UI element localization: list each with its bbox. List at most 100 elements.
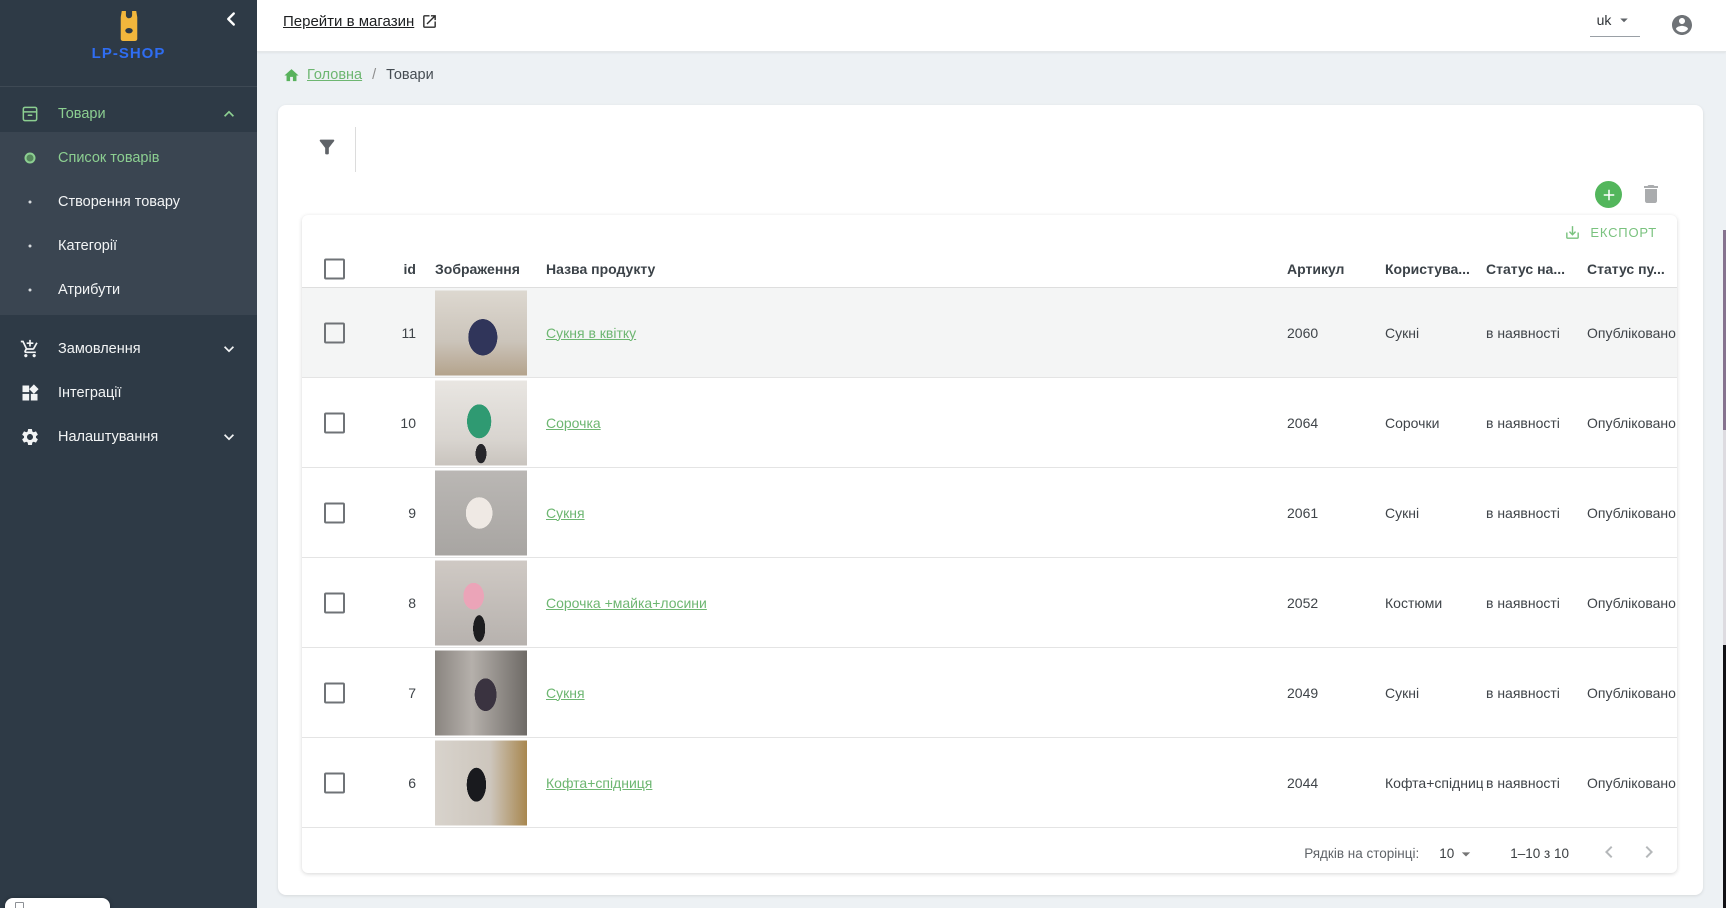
sidebar-item-product-create[interactable]: Створення товару [0,180,257,224]
add-product-button[interactable] [1595,181,1622,208]
product-name-link[interactable]: Сорочка [546,415,601,431]
product-image [435,650,527,735]
home-icon [283,67,300,84]
language-select[interactable]: uk [1590,11,1640,37]
product-image [435,560,527,645]
table-header: id Зображення Назва продукту Артикул Кор… [302,250,1677,288]
gear-icon [20,427,40,447]
product-name-link[interactable]: Сукня в квітку [546,325,636,341]
row-sku: 2061 [1287,505,1318,521]
filter-funnel-icon [316,136,338,158]
filter-button[interactable] [316,136,338,158]
sidebar-item-products[interactable]: Товари [0,96,257,132]
table-row: 8 Сорочка +майка+лосини 2052 Костюми в н… [302,558,1677,648]
row-publish-status: Опубліковано [1587,595,1676,611]
external-link-icon [421,13,438,30]
row-stock-status: в наявності [1486,685,1560,701]
row-id: 11 [342,325,416,341]
sidebar: LP-SHOP Товари Список товарів Створення … [0,0,257,908]
row-category: Сорочки [1385,415,1483,431]
column-header-name: Назва продукту [546,261,655,277]
row-sku: 2064 [1287,415,1318,431]
product-name-link[interactable]: Сукня [546,505,585,521]
row-id: 9 [342,505,416,521]
chevron-up-icon [219,104,239,124]
sidebar-item-label: Налаштування [58,429,158,445]
rows-per-page-value: 10 [1439,846,1454,861]
prev-page-button[interactable] [1595,840,1623,868]
sidebar-divider [0,86,257,87]
go-to-shop-link[interactable]: Перейти в магазин [283,13,438,30]
go-to-shop-label: Перейти в магазин [283,13,414,30]
product-name-link[interactable]: Сукня [546,685,585,701]
product-name-link[interactable]: Сорочка +майка+лосини [546,595,707,611]
export-button[interactable]: ЕКСПОРТ [1558,223,1663,242]
row-stock-status: в наявності [1486,415,1560,431]
row-stock-status: в наявності [1486,775,1560,791]
sidebar-item-orders[interactable]: Замовлення [0,327,257,371]
sidebar-item-categories[interactable]: Категорії [0,224,257,268]
sidebar-item-label: Список товарів [58,150,159,166]
product-image [435,290,527,375]
row-publish-status: Опубліковано [1587,685,1676,701]
add-cart-icon [20,339,40,359]
sidebar-item-integrations[interactable]: Інтеграції [0,371,257,415]
account-icon[interactable] [1670,13,1694,37]
logo-bag-icon [116,10,142,41]
sidebar-item-attributes[interactable]: Атрибути [0,268,257,312]
row-category: Сукні [1385,505,1483,521]
column-header-sku: Артикул [1287,261,1344,277]
active-bullet-icon [25,153,36,164]
pagination-range: 1–10 з 10 [1510,846,1569,861]
product-name-link[interactable]: Кофта+спідниця [546,775,652,791]
overlay-checkbox-icon [15,902,24,908]
row-stock-status: в наявності [1486,595,1560,611]
sidebar-collapse-button[interactable] [219,8,243,32]
chevron-right-icon [1637,840,1661,864]
chevron-left-icon [1597,840,1621,864]
download-icon [1564,224,1581,241]
row-publish-status: Опубліковано [1587,775,1676,791]
row-sku: 2052 [1287,595,1318,611]
product-image [435,380,527,465]
table-row: 7 Сукня 2049 Сукні в наявності Опубліков… [302,648,1677,738]
products-box-icon [20,104,40,124]
row-publish-status: Опубліковано [1587,505,1676,521]
column-header-id: id [342,261,416,277]
sidebar-item-label: Категорії [58,238,117,254]
sidebar-item-label: Атрибути [58,282,120,298]
products-panel: ЕКСПОРТ id Зображення Назва продукту Арт… [278,105,1703,895]
pagination: Рядків на сторінці: 10 1–10 з 10 [302,828,1677,873]
main-content: Головна / Товари ЕКСПОРТ [257,51,1726,908]
sidebar-item-settings[interactable]: Налаштування [0,415,257,459]
next-page-button[interactable] [1635,840,1663,868]
product-image [435,470,527,555]
table-toolbar: ЕКСПОРТ [302,215,1677,250]
caret-down-icon [1615,11,1633,29]
rows-per-page-select[interactable]: 10 [1439,844,1476,864]
column-header-publish: Статус пу... [1587,261,1665,277]
breadcrumb-home-link[interactable]: Головна [307,67,362,83]
bottom-overlay[interactable] [5,898,110,908]
row-id: 7 [342,685,416,701]
bullet-icon [29,201,32,204]
filter-divider [355,127,356,172]
row-id: 8 [342,595,416,611]
caret-down-icon [1456,844,1476,864]
trash-icon [1639,182,1663,206]
row-sku: 2060 [1287,325,1318,341]
sidebar-item-label: Інтеграції [58,385,122,401]
column-header-stock: Статус на... [1486,261,1565,277]
row-category: Костюми [1385,595,1483,611]
row-publish-status: Опубліковано [1587,325,1676,341]
app-window: LP-SHOP Товари Список товарів Створення … [0,0,1726,908]
chevron-left-icon [220,8,242,30]
delete-button[interactable] [1639,182,1663,206]
row-sku: 2049 [1287,685,1318,701]
row-stock-status: в наявності [1486,505,1560,521]
row-sku: 2044 [1287,775,1318,791]
sidebar-item-product-list[interactable]: Список товарів [0,136,257,180]
products-table-card: ЕКСПОРТ id Зображення Назва продукту Арт… [302,215,1677,873]
row-category: Сукні [1385,685,1483,701]
row-id: 6 [342,775,416,791]
